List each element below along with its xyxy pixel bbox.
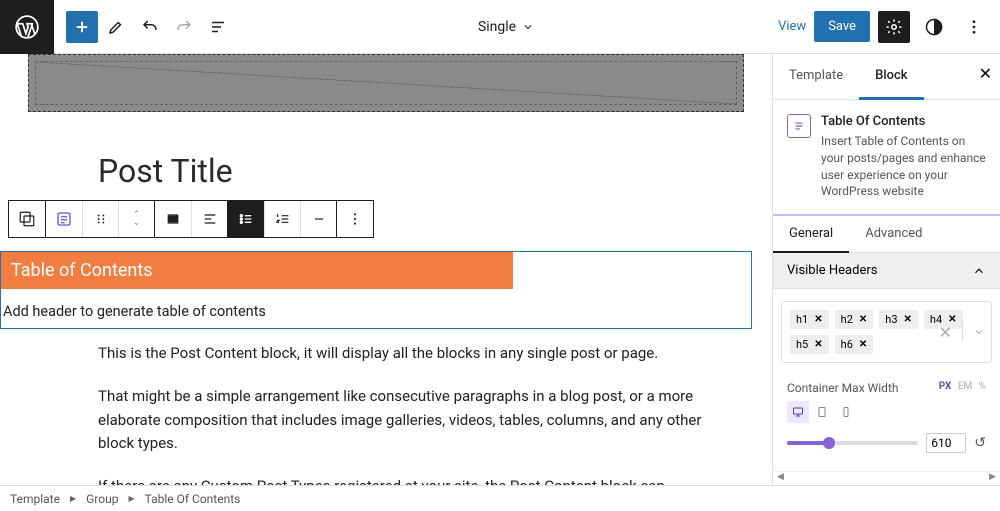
view-link[interactable]: View	[778, 19, 806, 34]
block-name: Table Of Contents	[821, 114, 986, 129]
tab-template[interactable]: Template	[773, 54, 859, 99]
chevron-down-icon	[522, 21, 534, 33]
breadcrumb-item[interactable]: Group	[86, 492, 118, 506]
select-parent-button[interactable]	[9, 201, 45, 237]
width-label: Container Max Width	[787, 381, 899, 395]
section-visible-headers[interactable]: Visible Headers	[773, 253, 1000, 289]
toc-block[interactable]: Table of Contents Add header to generate…	[0, 251, 752, 329]
toc-block-icon	[787, 114, 811, 138]
document-type-selector[interactable]: Single	[234, 19, 778, 35]
block-type-button[interactable]	[46, 201, 82, 237]
remove-tag-icon[interactable]: ✕	[904, 314, 912, 325]
toc-heading[interactable]: Table of Contents	[1, 252, 513, 289]
move-buttons[interactable]: ⌃⌄	[118, 201, 154, 237]
edit-button[interactable]	[100, 11, 132, 43]
remove-tag-icon[interactable]: ✕	[859, 339, 867, 350]
undo-button[interactable]	[134, 11, 166, 43]
sidebar-scrollbar[interactable]: ◀▶	[773, 471, 1000, 485]
header-tag[interactable]: h1✕	[790, 310, 829, 329]
drag-handle[interactable]	[82, 201, 118, 237]
featured-image-placeholder[interactable]	[28, 54, 744, 112]
remove-button[interactable]	[300, 201, 336, 237]
editor-canvas[interactable]: Post Title ⌃⌄	[0, 54, 772, 485]
device-mobile-button[interactable]	[835, 401, 857, 423]
breadcrumb-item[interactable]: Table Of Contents	[145, 492, 241, 506]
header-tag[interactable]: h5✕	[790, 335, 829, 354]
settings-button[interactable]	[878, 11, 910, 43]
tab-block[interactable]: Block	[859, 54, 923, 100]
subtab-advanced[interactable]: Advanced	[849, 216, 938, 252]
text-align-button[interactable]	[191, 201, 227, 237]
remove-tag-icon[interactable]: ✕	[814, 314, 822, 325]
remove-tag-icon[interactable]: ✕	[859, 314, 867, 325]
paragraph[interactable]: If there are any Custom Post Types regis…	[98, 475, 712, 485]
block-toolbar: ⌃⌄	[8, 200, 374, 238]
device-tablet-button[interactable]	[811, 401, 833, 423]
clear-tags-icon[interactable]: ✕	[939, 323, 952, 342]
paragraph[interactable]: That might be a simple arrangement like …	[98, 385, 712, 455]
device-desktop-button[interactable]	[787, 401, 809, 423]
unit-em[interactable]: EM	[958, 381, 972, 392]
paragraph[interactable]: This is the Post Content block, it will …	[98, 342, 712, 365]
chevron-down-icon[interactable]	[973, 326, 985, 338]
settings-sidebar: Template Block ✕ Table Of Contents Inser…	[772, 54, 1000, 485]
block-more-options[interactable]	[337, 201, 373, 237]
header-tag[interactable]: h6✕	[835, 335, 874, 354]
list-view-button[interactable]	[202, 11, 234, 43]
block-description: Insert Table of Contents on your posts/p…	[821, 133, 986, 200]
toc-hint: Add header to generate table of contents	[1, 289, 751, 328]
chevron-up-icon	[972, 264, 986, 278]
visible-headers-field[interactable]: h1✕ h2✕ h3✕ h4✕ h5✕ h6✕ ✕	[781, 301, 992, 363]
remove-tag-icon[interactable]: ✕	[814, 339, 822, 350]
redo-button[interactable]	[168, 11, 200, 43]
list-numbered-button[interactable]	[264, 201, 300, 237]
header-tag[interactable]: h3✕	[879, 310, 918, 329]
editor-topbar: Single View Save	[0, 0, 1000, 54]
width-input[interactable]	[926, 433, 966, 453]
more-options-button[interactable]	[958, 11, 990, 43]
post-content: This is the Post Content block, it will …	[98, 342, 712, 485]
list-bullet-button[interactable]	[228, 201, 264, 237]
breadcrumb-item[interactable]: Template	[10, 492, 60, 506]
chevron-right-icon: ▶	[70, 494, 76, 503]
align-button[interactable]	[155, 201, 191, 237]
unit-percent[interactable]: %	[979, 381, 986, 392]
save-button[interactable]: Save	[814, 11, 870, 42]
width-slider[interactable]	[787, 441, 918, 445]
block-breadcrumb: Template ▶ Group ▶ Table Of Contents	[0, 485, 1000, 511]
document-type-label: Single	[478, 19, 516, 35]
header-tag[interactable]: h2✕	[835, 310, 874, 329]
post-title[interactable]: Post Title	[98, 152, 772, 190]
add-block-button[interactable]	[66, 11, 98, 43]
wordpress-logo[interactable]	[0, 0, 54, 54]
chevron-right-icon: ▶	[128, 494, 134, 503]
close-sidebar-button[interactable]: ✕	[979, 64, 992, 83]
reset-width-button[interactable]: ↺	[974, 435, 986, 451]
unit-px[interactable]: PX	[939, 381, 952, 392]
styles-button[interactable]	[918, 11, 950, 43]
subtab-general[interactable]: General	[773, 216, 849, 253]
